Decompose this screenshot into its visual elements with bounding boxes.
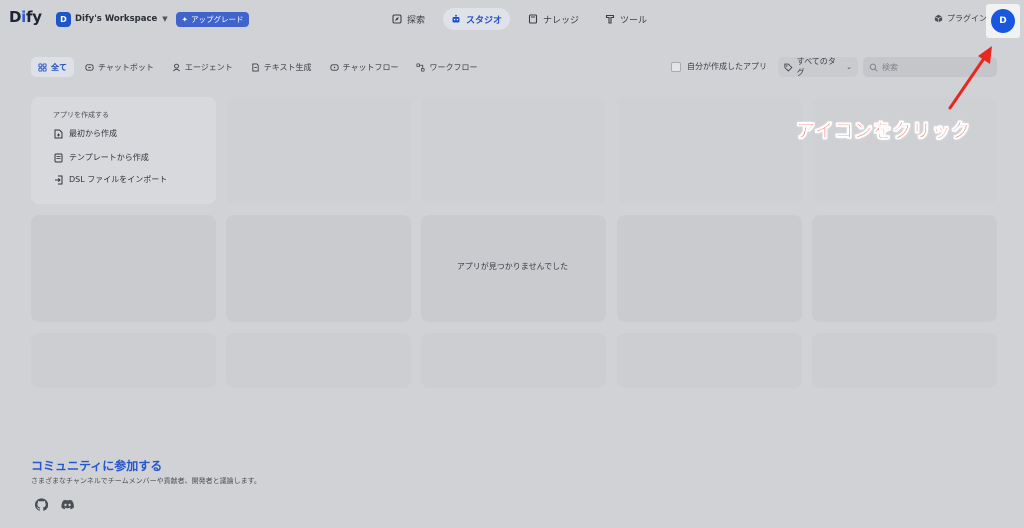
tag-icon <box>784 63 793 72</box>
filter-text-generation[interactable]: テキスト生成 <box>244 57 319 77</box>
app-card-placeholder <box>421 97 606 204</box>
import-icon <box>55 175 63 184</box>
chatflow-icon <box>329 63 339 71</box>
sparkle-icon: ✦ <box>181 14 188 24</box>
filter-agent[interactable]: エージェント <box>165 57 240 77</box>
cube-icon <box>934 14 943 23</box>
annotation-arrow <box>948 46 992 110</box>
workflow-icon <box>416 62 425 72</box>
app-card-placeholder <box>617 97 802 204</box>
search-icon <box>869 63 878 71</box>
app-card-placeholder <box>617 215 802 322</box>
document-icon <box>252 62 259 72</box>
app-type-filters: 全て チャットボット エージェント テキスト生成 チャットフロー ワークフロー <box>31 57 484 77</box>
avatar[interactable]: D <box>991 9 1015 33</box>
upgrade-button[interactable]: ✦ アップグレード <box>175 11 250 27</box>
app-card-placeholder <box>31 333 216 388</box>
account-menu-trigger[interactable]: D <box>986 4 1020 38</box>
app-card-placeholder <box>812 333 997 388</box>
new-file-icon <box>54 129 63 138</box>
app-card-placeholder <box>812 215 997 322</box>
chevron-down-icon: ⌄ <box>846 63 852 71</box>
grid-icon <box>38 62 47 72</box>
app-card-placeholder <box>226 97 411 204</box>
app-card-placeholder <box>31 215 216 322</box>
github-icon[interactable] <box>35 498 48 511</box>
explore-icon <box>392 14 402 24</box>
import-dsl-button[interactable]: DSL ファイルをインポート <box>54 174 167 185</box>
filter-chatbot[interactable]: チャットボット <box>78 57 161 77</box>
workspace-badge: D <box>56 11 71 27</box>
top-bar: Dify D Dify's Workspace ▼ ✦ アップグレード 探索 ス… <box>0 0 1024 38</box>
community-title: コミュニティに参加する <box>31 459 163 473</box>
filter-workflow[interactable]: ワークフロー <box>409 57 484 77</box>
tag-filter-select[interactable]: すべてのタグ ⌄ <box>778 57 858 77</box>
created-by-me-toggle[interactable]: 自分が作成したアプリ <box>671 61 767 72</box>
community-links <box>35 498 74 511</box>
filter-chatflow[interactable]: チャットフロー <box>323 57 406 77</box>
nav-explore[interactable]: 探索 <box>384 8 433 30</box>
chat-icon <box>85 63 94 71</box>
app-card-placeholder <box>226 215 411 322</box>
empty-state-message: アプリが見つかりませんでした <box>456 262 569 271</box>
tool-icon <box>605 14 615 24</box>
chevron-down-icon: ▼ <box>162 15 168 23</box>
nav-knowledge[interactable]: ナレッジ <box>520 8 587 30</box>
nav-studio[interactable]: スタジオ <box>443 8 511 30</box>
created-by-me-checkbox[interactable] <box>671 61 681 72</box>
nav-tools[interactable]: ツール <box>597 8 655 30</box>
agent-icon <box>172 63 180 71</box>
workspace-switcher[interactable]: D Dify's Workspace ▼ ✦ アップグレード <box>56 10 250 28</box>
community-description: さまざまなチャンネルでチームメンバーや貢献者、開発者と議論します。 <box>31 477 261 485</box>
annotation-label: アイコンをクリック <box>796 120 971 143</box>
main-nav: 探索 スタジオ ナレッジ ツール <box>384 8 655 30</box>
dify-logo[interactable]: Dify <box>9 8 42 26</box>
workspace-name: Dify's Workspace <box>75 14 158 24</box>
create-from-blank-button[interactable]: 最初から作成 <box>54 128 117 139</box>
app-card-placeholder <box>421 333 606 388</box>
robot-icon <box>452 14 460 23</box>
discord-icon[interactable] <box>61 498 74 511</box>
template-icon <box>54 153 63 162</box>
plugins-button[interactable]: プラグイン <box>934 13 987 24</box>
create-from-template-button[interactable]: テンプレートから作成 <box>54 152 149 163</box>
filter-all[interactable]: 全て <box>31 57 74 77</box>
create-app-card: アプリを作成する 最初から作成 テンプレートから作成 DSL ファイルをインポー… <box>31 97 216 204</box>
create-app-title: アプリを作成する <box>53 111 109 119</box>
app-card-placeholder <box>617 333 802 388</box>
book-icon <box>528 14 538 24</box>
app-card-placeholder <box>226 333 411 388</box>
